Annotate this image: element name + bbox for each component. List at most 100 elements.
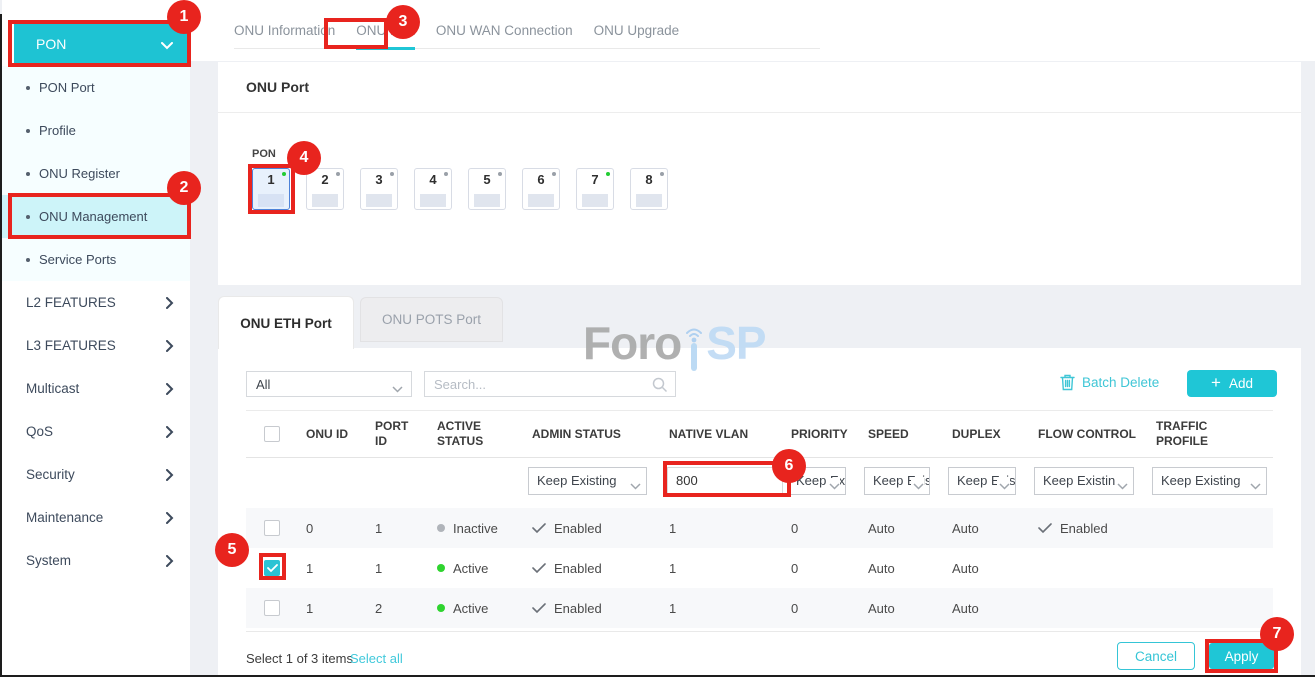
select-all-link[interactable]: Select all (350, 651, 403, 666)
cell-port-id: 1 (359, 521, 421, 536)
sidebar-item-security[interactable]: Security (2, 453, 190, 496)
sidebar-item-maintenance[interactable]: Maintenance (2, 496, 190, 539)
chevron-right-icon (166, 340, 174, 352)
col-header-port-id: PORT ID (359, 419, 421, 449)
cell-admin-status: Enabled (516, 601, 653, 616)
edit-duplex-select[interactable]: Keep Existing (948, 467, 1016, 495)
tab-onu-port[interactable]: ONU Port (356, 0, 415, 61)
col-header-flow-control: FLOW CONTROL (1022, 427, 1140, 442)
sidebar-item-system[interactable]: System (2, 539, 190, 582)
port-slot-icon (312, 194, 338, 207)
chevron-right-icon (166, 512, 174, 524)
edit-flow-control-select[interactable]: Keep Existing (1034, 467, 1134, 495)
row-checkbox[interactable] (264, 600, 280, 616)
sidebar-item-onu-management[interactable]: ONU Management (2, 195, 190, 238)
cell-duplex: Auto (936, 521, 1022, 536)
col-header-active-status: ACTIVE STATUS (421, 419, 516, 449)
sidebar-item-service-ports[interactable]: Service Ports (2, 238, 190, 281)
chevron-down-icon (630, 483, 641, 490)
sidebar-item-label: System (26, 553, 71, 568)
cancel-button[interactable]: Cancel (1117, 642, 1195, 670)
check-icon (532, 523, 546, 534)
apply-button[interactable]: Apply (1209, 643, 1274, 669)
pon-port-4[interactable]: 4 (414, 168, 452, 210)
edit-priority-select[interactable]: Keep Existing (787, 467, 846, 495)
pon-port-1[interactable]: 1 (252, 168, 290, 210)
pon-port-7[interactable]: 7 (576, 168, 614, 210)
col-header-admin-status: ADMIN STATUS (516, 427, 653, 442)
sidebar-item-l3-features[interactable]: L3 FEATURES (2, 324, 190, 367)
table-row-selected: 1 1 Active Enabled 1 0 Auto Auto (246, 548, 1273, 588)
chevron-right-icon (166, 469, 174, 481)
cell-port-id: 2 (359, 601, 421, 616)
port-status-dot (660, 172, 664, 176)
edit-speed-select[interactable]: Keep Existing (864, 467, 930, 495)
filter-select[interactable]: All (246, 371, 412, 397)
sidebar-item-label: Multicast (26, 381, 79, 396)
trash-icon (1060, 374, 1075, 391)
col-header-native-vlan: NATIVE VLAN (653, 427, 775, 442)
sidebar-item-pon-port[interactable]: PON Port (2, 66, 190, 109)
col-header-priority: PRIORITY (775, 427, 852, 442)
sidebar-item-multicast[interactable]: Multicast (2, 367, 190, 410)
tab-onu-pots-port[interactable]: ONU POTS Port (360, 297, 503, 342)
search-box (424, 371, 676, 397)
tab-onu-eth-port[interactable]: ONU ETH Port (218, 296, 354, 349)
filter-value: All (256, 377, 270, 392)
sidebar-item-l2-features[interactable]: L2 FEATURES (2, 281, 190, 324)
sidebar-item-profile[interactable]: Profile (2, 109, 190, 152)
bullet-icon (26, 215, 30, 219)
sidebar-groups: L2 FEATURES L3 FEATURES Multicast QoS Se… (2, 281, 190, 582)
cell-flow-control: Enabled (1022, 521, 1140, 536)
chevron-down-icon (829, 483, 840, 490)
port-status-dot (336, 172, 340, 176)
pon-port-8[interactable]: 8 (630, 168, 668, 210)
search-icon (652, 377, 668, 396)
chevron-down-icon (999, 483, 1010, 490)
table-row: 0 1 Inactive Enabled 1 0 Auto Auto Enabl… (246, 508, 1273, 548)
pon-selector-label: PON (252, 148, 276, 160)
sidebar-item-label: Maintenance (26, 510, 103, 525)
select-all-checkbox[interactable] (264, 426, 280, 442)
edit-native-vlan-input[interactable] (667, 467, 783, 495)
pon-port-3[interactable]: 3 (360, 168, 398, 210)
sidebar-item-label: ONU Register (39, 166, 120, 181)
add-button[interactable]: + Add (1187, 370, 1277, 397)
selection-summary: Select 1 of 3 items (246, 651, 353, 666)
tab-onu-wan-connection[interactable]: ONU WAN Connection (436, 0, 573, 61)
cell-native-vlan: 1 (653, 601, 775, 616)
row-checkbox-checked[interactable] (264, 560, 280, 576)
cell-priority: 0 (775, 561, 852, 576)
tab-onu-information[interactable]: ONU Information (234, 0, 335, 61)
sidebar-item-label: ONU Management (39, 209, 147, 224)
pon-port-2[interactable]: 2 (306, 168, 344, 210)
edit-traffic-profile-select[interactable]: Keep Existing (1152, 467, 1267, 495)
sidebar-item-pon[interactable]: PON (14, 24, 189, 63)
port-status-dot (606, 172, 610, 176)
chevron-down-icon (913, 483, 924, 490)
pon-port-5[interactable]: 5 (468, 168, 506, 210)
search-input[interactable] (425, 372, 675, 396)
onu-tab-bar: ONU Information ONU Port ONU WAN Connect… (234, 0, 679, 61)
cell-onu-id: 0 (290, 521, 359, 536)
port-slot-icon (528, 194, 554, 207)
edit-admin-status-select[interactable]: Keep Existing (528, 467, 647, 495)
batch-delete-button[interactable]: Batch Delete (1060, 374, 1159, 391)
cell-priority: 0 (775, 601, 852, 616)
sidebar-item-onu-register[interactable]: ONU Register (2, 152, 190, 195)
cell-active-status: Active (421, 561, 516, 576)
port-status-dot (498, 172, 502, 176)
pon-port-6[interactable]: 6 (522, 168, 560, 210)
bullet-icon (26, 129, 30, 133)
sidebar: PON PON Port Profile ONU Register ONU Ma… (2, 0, 190, 675)
row-checkbox[interactable] (264, 520, 280, 536)
sidebar-item-qos[interactable]: QoS (2, 410, 190, 453)
port-slot-icon (366, 194, 392, 207)
tab-onu-upgrade[interactable]: ONU Upgrade (594, 0, 680, 61)
cell-admin-status: Enabled (516, 521, 653, 536)
onu-port-panel: ONU Port PON 1 2 3 4 5 6 7 (218, 62, 1301, 285)
check-icon (1038, 523, 1052, 534)
panel-title: ONU Port (218, 62, 1301, 112)
sidebar-item-label: QoS (26, 424, 53, 439)
panel-divider (218, 112, 1301, 113)
